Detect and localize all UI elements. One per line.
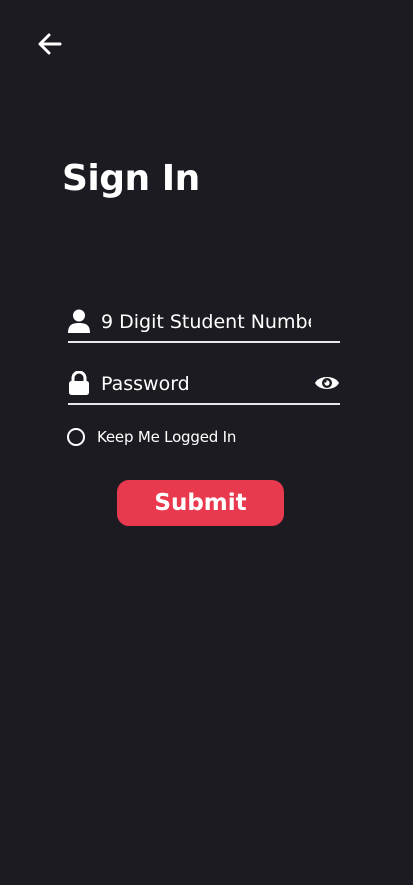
back-button[interactable] [36,30,64,58]
keep-logged-in-radio[interactable] [67,428,85,446]
eye-icon [315,377,339,389]
user-icon [68,309,90,333]
submit-button[interactable]: Submit [117,480,284,526]
keep-logged-in-option[interactable]: Keep Me Logged In [67,425,236,449]
student-number-field [68,305,340,343]
password-input[interactable] [101,367,311,401]
lock-icon [68,371,90,395]
page-title: Sign In [62,158,200,199]
student-number-input[interactable] [101,305,311,339]
show-password-toggle[interactable] [314,372,340,394]
password-field [68,367,340,405]
keep-logged-in-label: Keep Me Logged In [97,428,237,446]
arrow-left-icon [38,33,62,55]
